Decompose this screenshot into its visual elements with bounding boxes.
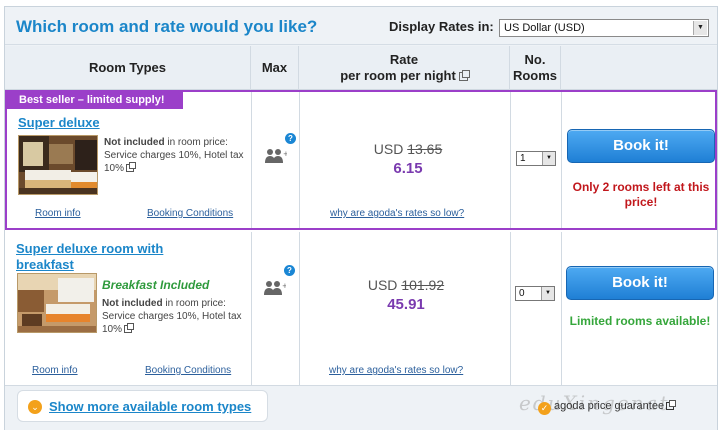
book-it-button[interactable]: Book it! [567, 129, 715, 163]
col-action [561, 46, 717, 90]
svg-text:+: + [282, 282, 286, 290]
room-name-link[interactable]: Super deluxe [18, 115, 100, 131]
col-room-types-label: Room Types [88, 60, 167, 75]
breakfast-included-label: Breakfast Included [102, 278, 210, 292]
best-seller-badge: Best seller – limited supply! [7, 92, 183, 109]
show-more-room-types-button[interactable]: ⌄ Show more available room types [17, 390, 268, 422]
original-price: USD 101.92 [367, 277, 445, 293]
svg-text:+: + [283, 150, 287, 158]
check-icon: ✓ [538, 402, 551, 415]
currency-value: US Dollar (USD) [504, 22, 585, 34]
booking-conditions-link[interactable]: Booking Conditions [145, 365, 231, 376]
room-quantity-select[interactable]: 1 ▼ [516, 151, 556, 166]
room-photo[interactable] [17, 273, 97, 333]
col-rate: Rate per room per night [299, 46, 510, 90]
display-rates-label: Display Rates in: [389, 19, 494, 34]
popup-icon[interactable] [458, 70, 470, 82]
col-room-types: Room Types [5, 46, 251, 90]
room-info-link[interactable]: Room info [32, 365, 78, 376]
why-rates-low-link[interactable]: why are agoda's rates so low? [329, 365, 463, 376]
max-guests-icon: + [265, 149, 287, 163]
room-photo[interactable] [18, 135, 98, 195]
table-header: Room Types Max Rate per room per night N… [5, 46, 717, 90]
price-guarantee[interactable]: ✓ agoda price guarantee [538, 400, 677, 415]
col-rate-label: Rate [389, 52, 419, 67]
col-max-label: Max [261, 60, 288, 75]
table-row: Best seller – limited supply! Super delu… [5, 90, 717, 230]
room-name-link[interactable]: Super deluxe room with breakfast [16, 241, 163, 273]
dropdown-arrow-icon[interactable]: ▼ [693, 21, 707, 35]
availability-text: Limited rooms available! [569, 314, 711, 328]
help-icon[interactable]: ? [285, 133, 296, 144]
panel-footer: ⌄ Show more available room types eduXing… [5, 386, 717, 430]
popup-icon[interactable] [126, 162, 137, 172]
page-title: Which room and rate would you like? [16, 17, 318, 36]
discounted-price: 45.91 [387, 296, 425, 313]
price-note: Not included in room price: Service char… [102, 298, 242, 335]
currency-select[interactable]: US Dollar (USD) ▼ [499, 19, 709, 37]
col-rooms-sublabel: Rooms [512, 68, 558, 83]
panel-header: Which room and rate would you like? Disp… [5, 7, 717, 45]
rooms-table: Room Types Max Rate per room per night N… [5, 46, 717, 386]
dropdown-arrow-icon[interactable]: ▼ [541, 287, 554, 300]
table-row: Super deluxe room with breakfast Breakfa… [5, 232, 717, 386]
popup-icon[interactable] [666, 400, 677, 410]
col-rooms-label: No. [524, 52, 546, 67]
room-info-link[interactable]: Room info [35, 208, 81, 219]
help-icon[interactable]: ? [284, 265, 295, 276]
popup-icon[interactable] [124, 323, 135, 333]
col-rate-sublabel: per room per night [340, 68, 470, 84]
book-it-button[interactable]: Book it! [566, 266, 714, 300]
col-max: Max [251, 46, 299, 90]
dropdown-arrow-icon[interactable]: ▼ [542, 152, 555, 165]
room-rate-panel: Which room and rate would you like? Disp… [4, 6, 718, 430]
original-price: USD 13.65 [373, 141, 443, 157]
price-note: Not included in room price: Service char… [104, 137, 244, 174]
room-quantity-select[interactable]: 0 ▼ [515, 286, 555, 301]
chevron-down-icon: ⌄ [28, 400, 42, 414]
max-guests-icon: + [264, 281, 286, 295]
booking-conditions-link[interactable]: Booking Conditions [147, 208, 233, 219]
show-more-label[interactable]: Show more available room types [49, 399, 251, 414]
why-rates-low-link[interactable]: why are agoda's rates so low? [330, 208, 464, 219]
discounted-price: 6.15 [393, 160, 423, 177]
availability-text: Only 2 rooms left at this price! [572, 180, 710, 209]
col-rooms: No. Rooms [510, 46, 561, 90]
